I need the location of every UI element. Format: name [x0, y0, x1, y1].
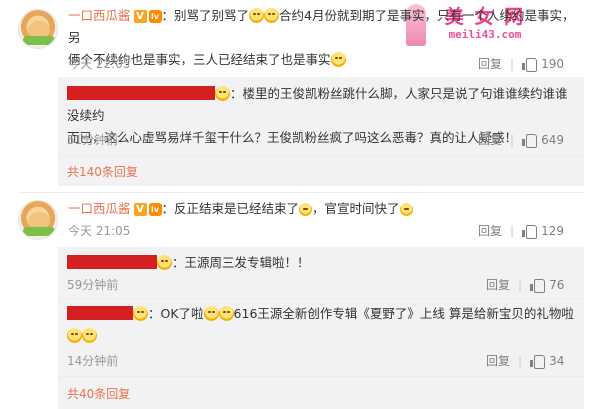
- reply-body: 616王源全新创作专辑《夏野了》上线 算是给新宝贝的礼物啦: [233, 306, 574, 321]
- reply-text: ：王源周三发专辑啦！！: [67, 252, 575, 274]
- emoji-icon: [249, 8, 265, 23]
- reply-actions: 回复 | 76: [486, 278, 565, 293]
- avatar[interactable]: [18, 9, 58, 49]
- avatar[interactable]: [18, 200, 58, 240]
- divider: [58, 298, 584, 299]
- level-icon: lv: [148, 10, 162, 23]
- level-icon: [215, 86, 230, 101]
- reply-time: 51分钟前: [67, 133, 119, 147]
- reply-time: 59分钟前: [67, 278, 119, 292]
- comment-time: 今天 22:05: [68, 57, 131, 71]
- comment-body: ：反正结束是已经结束了: [161, 201, 300, 216]
- redacted-username[interactable]: [67, 86, 215, 100]
- reply-body: 而已，这么心虚骂易烊千玺干什么？王俊凯粉丝疯了吗这么恶毒？真的让人疑惑！: [67, 130, 518, 145]
- divider: [18, 192, 584, 193]
- emoji-icon: [82, 328, 97, 343]
- comment-body: ，官宣时间快了: [312, 201, 400, 216]
- reply-button[interactable]: 回复: [478, 57, 502, 71]
- like-count: 34: [549, 354, 565, 368]
- emoji-icon: [299, 203, 313, 216]
- verified-icon: V: [133, 10, 147, 23]
- like-icon[interactable]: [530, 279, 546, 293]
- emoji-icon: [218, 306, 234, 321]
- more-replies-link[interactable]: 共140条回复: [67, 163, 138, 180]
- level-icon: [133, 306, 148, 321]
- reply-button[interactable]: 回复: [478, 133, 502, 147]
- like-count: 129: [541, 224, 564, 238]
- like-count: 190: [541, 57, 564, 71]
- comment-actions: 回复 | 190: [478, 57, 564, 72]
- reply-button[interactable]: 回复: [486, 354, 510, 368]
- username-link[interactable]: 一口西瓜酱: [68, 8, 131, 23]
- redacted-username[interactable]: [67, 255, 157, 269]
- reply-body: ：王源周三发专辑啦！！: [172, 255, 310, 270]
- reply-actions: 回复 | 34: [486, 354, 565, 369]
- level-icon: [157, 255, 172, 270]
- like-icon[interactable]: [522, 58, 538, 72]
- username-link[interactable]: 一口西瓜酱: [68, 201, 131, 216]
- reply-body: ：OK了啦: [148, 306, 204, 321]
- comment-text: 一口西瓜酱 Vlv ：反正结束是已经结束了 ，官宣时间快了: [68, 198, 584, 220]
- like-icon[interactable]: [530, 355, 546, 369]
- emoji-icon: [264, 8, 280, 23]
- emoji-icon: [399, 203, 413, 216]
- more-replies-link[interactable]: 共40条回复: [67, 385, 130, 402]
- comment-time: 今天 21:05: [68, 224, 131, 238]
- like-count: 649: [541, 133, 564, 147]
- reply-button[interactable]: 回复: [486, 278, 510, 292]
- emoji-icon: [203, 306, 219, 321]
- like-icon[interactable]: [522, 225, 538, 239]
- reply-text: ：OK了啦 616王源全新创作专辑《夏野了》上线 算是给新宝贝的礼物啦: [67, 303, 579, 347]
- like-icon[interactable]: [522, 134, 538, 148]
- comment-actions: 回复 | 129: [478, 224, 564, 239]
- emoji-icon: [67, 328, 82, 343]
- like-count: 76: [549, 278, 565, 292]
- redacted-username[interactable]: [67, 306, 133, 320]
- verified-icon: V: [133, 203, 147, 216]
- divider: [58, 155, 584, 156]
- reply-time: 14分钟前: [67, 354, 119, 368]
- reply-actions: 回复 | 649: [478, 133, 564, 148]
- reply-button[interactable]: 回复: [478, 224, 502, 238]
- emoji-icon: [330, 52, 346, 67]
- comment-body: ：别骂了别骂了: [161, 8, 250, 23]
- divider: [58, 376, 584, 377]
- level-icon: lv: [148, 203, 162, 216]
